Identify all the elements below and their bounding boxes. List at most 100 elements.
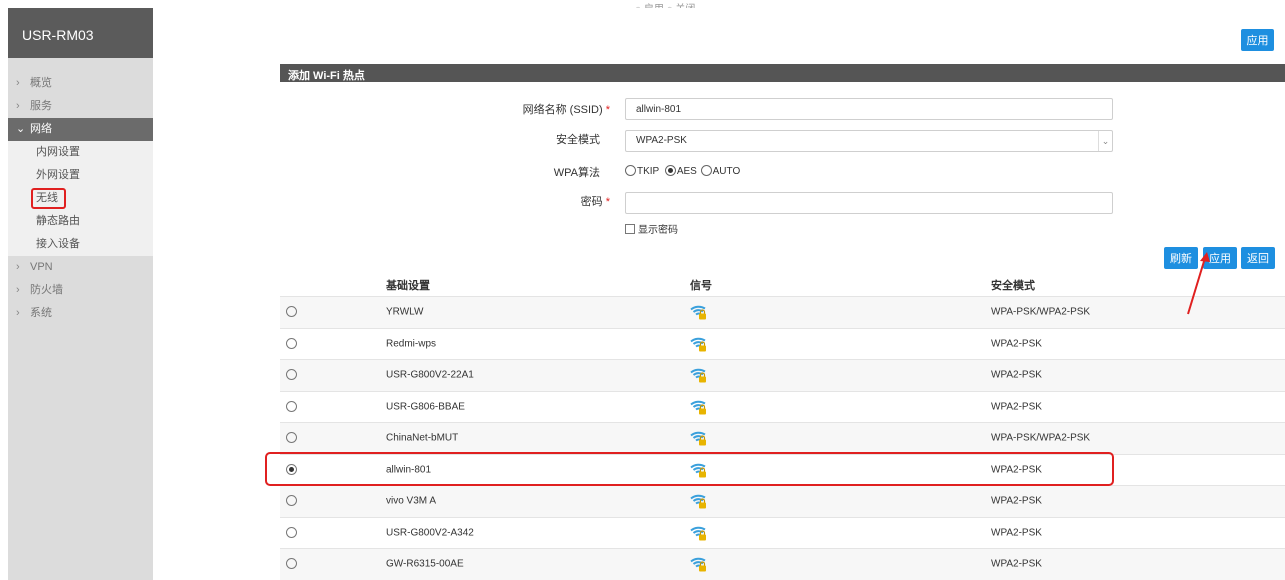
table-row[interactable]: USR-G806-BBAE WPA2-PSK [280,392,1285,423]
sidebar-item-vpn[interactable]: › VPN [8,256,153,279]
show-password-row: 显示密码 [625,221,678,236]
show-password-checkbox[interactable] [625,224,635,234]
wifi-lock-icon [690,430,708,447]
table-row[interactable]: GW-R6315-00AE WPA2-PSK [280,549,1285,580]
chevron-down-icon: ⌄ [1098,131,1112,151]
row-select-cell [286,558,298,570]
sidebar-subitem-wireless[interactable]: 无线 [8,187,153,210]
chevron-right-icon: › [16,77,20,89]
page-root: USR-RM03 › 概览 › 服务 ⌄ 网络 内网设置 外网设置 无线 静态路由 接… [0,0,1285,580]
row-select-radio[interactable] [286,463,297,475]
ssid-label: 网络名称 (SSID) * [430,101,610,117]
row-ssid: USR-G806-BBAE [386,401,465,413]
table-row[interactable]: Redmi-wps WPA2-PSK [280,329,1285,360]
refresh-button[interactable]: 刷新 [1164,247,1198,269]
sidebar-nav: › 概览 › 服务 ⌄ 网络 内网设置 外网设置 无线 静态路由 接入设备 › VPN … [8,72,153,325]
wifi-lock-icon [690,461,708,478]
row-select-cell [286,495,298,507]
radio-tkip[interactable] [625,165,636,176]
row-select-cell [286,526,298,539]
row-ssid: allwin-801 [386,464,432,476]
header-basic: 基础设置 [386,279,430,292]
wpa-algorithm-group: TKIP AES AUTO [625,165,740,177]
row-select-radio[interactable] [286,558,297,570]
chevron-right-icon: › [16,261,20,273]
ssid-input[interactable] [625,98,1113,120]
wifi-lock-icon [690,556,708,573]
row-select-radio[interactable] [286,432,297,444]
chevron-down-icon: ⌄ [16,123,26,135]
sidebar: USR-RM03 › 概览 › 服务 ⌄ 网络 内网设置 外网设置 无线 静态路由 接… [8,8,153,580]
row-select-cell [286,432,298,444]
password-label-text: 密码 [580,196,603,208]
table-row[interactable]: vivo V3M A WPA2-PSK [280,486,1285,518]
row-select-cell [286,463,298,476]
row-security: WPA2-PSK [991,495,1042,507]
table-row[interactable]: allwin-801 WPA2-PSK [280,455,1285,486]
row-security: WPA2-PSK [991,464,1042,476]
radio-aes[interactable] [664,165,676,176]
sidebar-item-label: 防火墙 [30,284,63,296]
wpa-algorithm-label: WPA算法 [553,167,600,179]
sidebar-subitem-lan[interactable]: 内网设置 [8,141,153,164]
row-ssid: vivo V3M A [386,495,437,507]
security-mode-select[interactable]: WPA2-PSK ⌄ [625,130,1113,152]
row-security: WPA2-PSK [991,369,1042,381]
password-label: 密码 * [430,193,610,209]
wifi-scan-table: 基础设置 信号 安全模式 YRWLW WPA-PSK/WPA2-PSK Redmi-… [280,273,1285,580]
sidebar-item-overview[interactable]: › 概览 [8,72,153,95]
row-select-radio[interactable] [286,495,297,507]
required-mark: * [605,196,610,208]
back-button[interactable]: 返回 [1241,247,1275,269]
chevron-right-icon: › [16,284,20,296]
sidebar-subitem-label: 无线 [31,188,66,209]
show-password-label: 显示密码 [638,225,678,236]
wifi-lock-icon [690,304,708,321]
password-input[interactable] [625,192,1113,214]
row-select-radio[interactable] [286,306,297,318]
table-row[interactable]: ChinaNet-bMUT WPA-PSK/WPA2-PSK [280,423,1285,455]
sidebar-item-firewall[interactable]: › 防火墙 [8,279,153,302]
row-ssid: YRWLW [386,306,424,318]
row-security: WPA2-PSK [991,401,1042,413]
radio-auto-label: AUTO [712,166,741,177]
sidebar-item-label: 服务 [30,100,52,112]
table-body: YRWLW WPA-PSK/WPA2-PSK Redmi-wps WPA2-PSK US… [280,297,1285,580]
row-select-cell [286,337,298,350]
ssid-label-text: 网络名称 (SSID) [522,104,603,116]
sidebar-item-label: 系统 [30,307,52,319]
cut-off-radio-options: ○ 启用 ○ 关闭 [635,0,855,8]
row-select-radio[interactable] [286,526,297,538]
sidebar-subitem-static-route[interactable]: 静态路由 [8,210,153,233]
row-select-radio[interactable] [286,369,297,381]
header-security: 安全模式 [991,279,1035,292]
radio-auto[interactable] [700,165,712,176]
sidebar-item-system[interactable]: › 系统 [8,302,153,325]
table-row[interactable]: USR-G800V2-22A1 WPA2-PSK [280,360,1285,392]
row-ssid: ChinaNet-bMUT [386,432,459,444]
sidebar-subitem-devices[interactable]: 接入设备 [8,233,153,256]
row-ssid: USR-G800V2-A342 [386,527,474,539]
brand-title: USR-RM03 [8,8,153,58]
radio-aes-label: AES [676,166,697,177]
wifi-lock-icon [690,524,708,541]
table-row[interactable]: USR-G800V2-A342 WPA2-PSK [280,518,1285,549]
row-security: WPA2-PSK [991,558,1042,570]
row-ssid: Redmi-wps [386,338,437,350]
wifi-lock-icon [690,367,708,384]
top-apply-button[interactable]: 应用 [1241,29,1274,51]
row-security: WPA-PSK/WPA2-PSK [991,306,1091,318]
chevron-right-icon: › [16,307,20,319]
wifi-lock-icon [690,493,708,510]
table-row[interactable]: YRWLW WPA-PSK/WPA2-PSK [280,297,1285,329]
required-mark: * [605,104,610,116]
row-select-radio[interactable] [286,337,297,349]
row-select-cell [286,400,298,413]
apply-button[interactable]: 应用 [1203,247,1237,269]
row-select-radio[interactable] [286,400,297,412]
sidebar-item-services[interactable]: › 服务 [8,95,153,118]
sidebar-item-network[interactable]: ⌄ 网络 [8,118,153,141]
sidebar-subitem-wan[interactable]: 外网设置 [8,164,153,187]
row-select-cell [286,369,298,381]
row-ssid: GW-R6315-00AE [386,558,464,570]
